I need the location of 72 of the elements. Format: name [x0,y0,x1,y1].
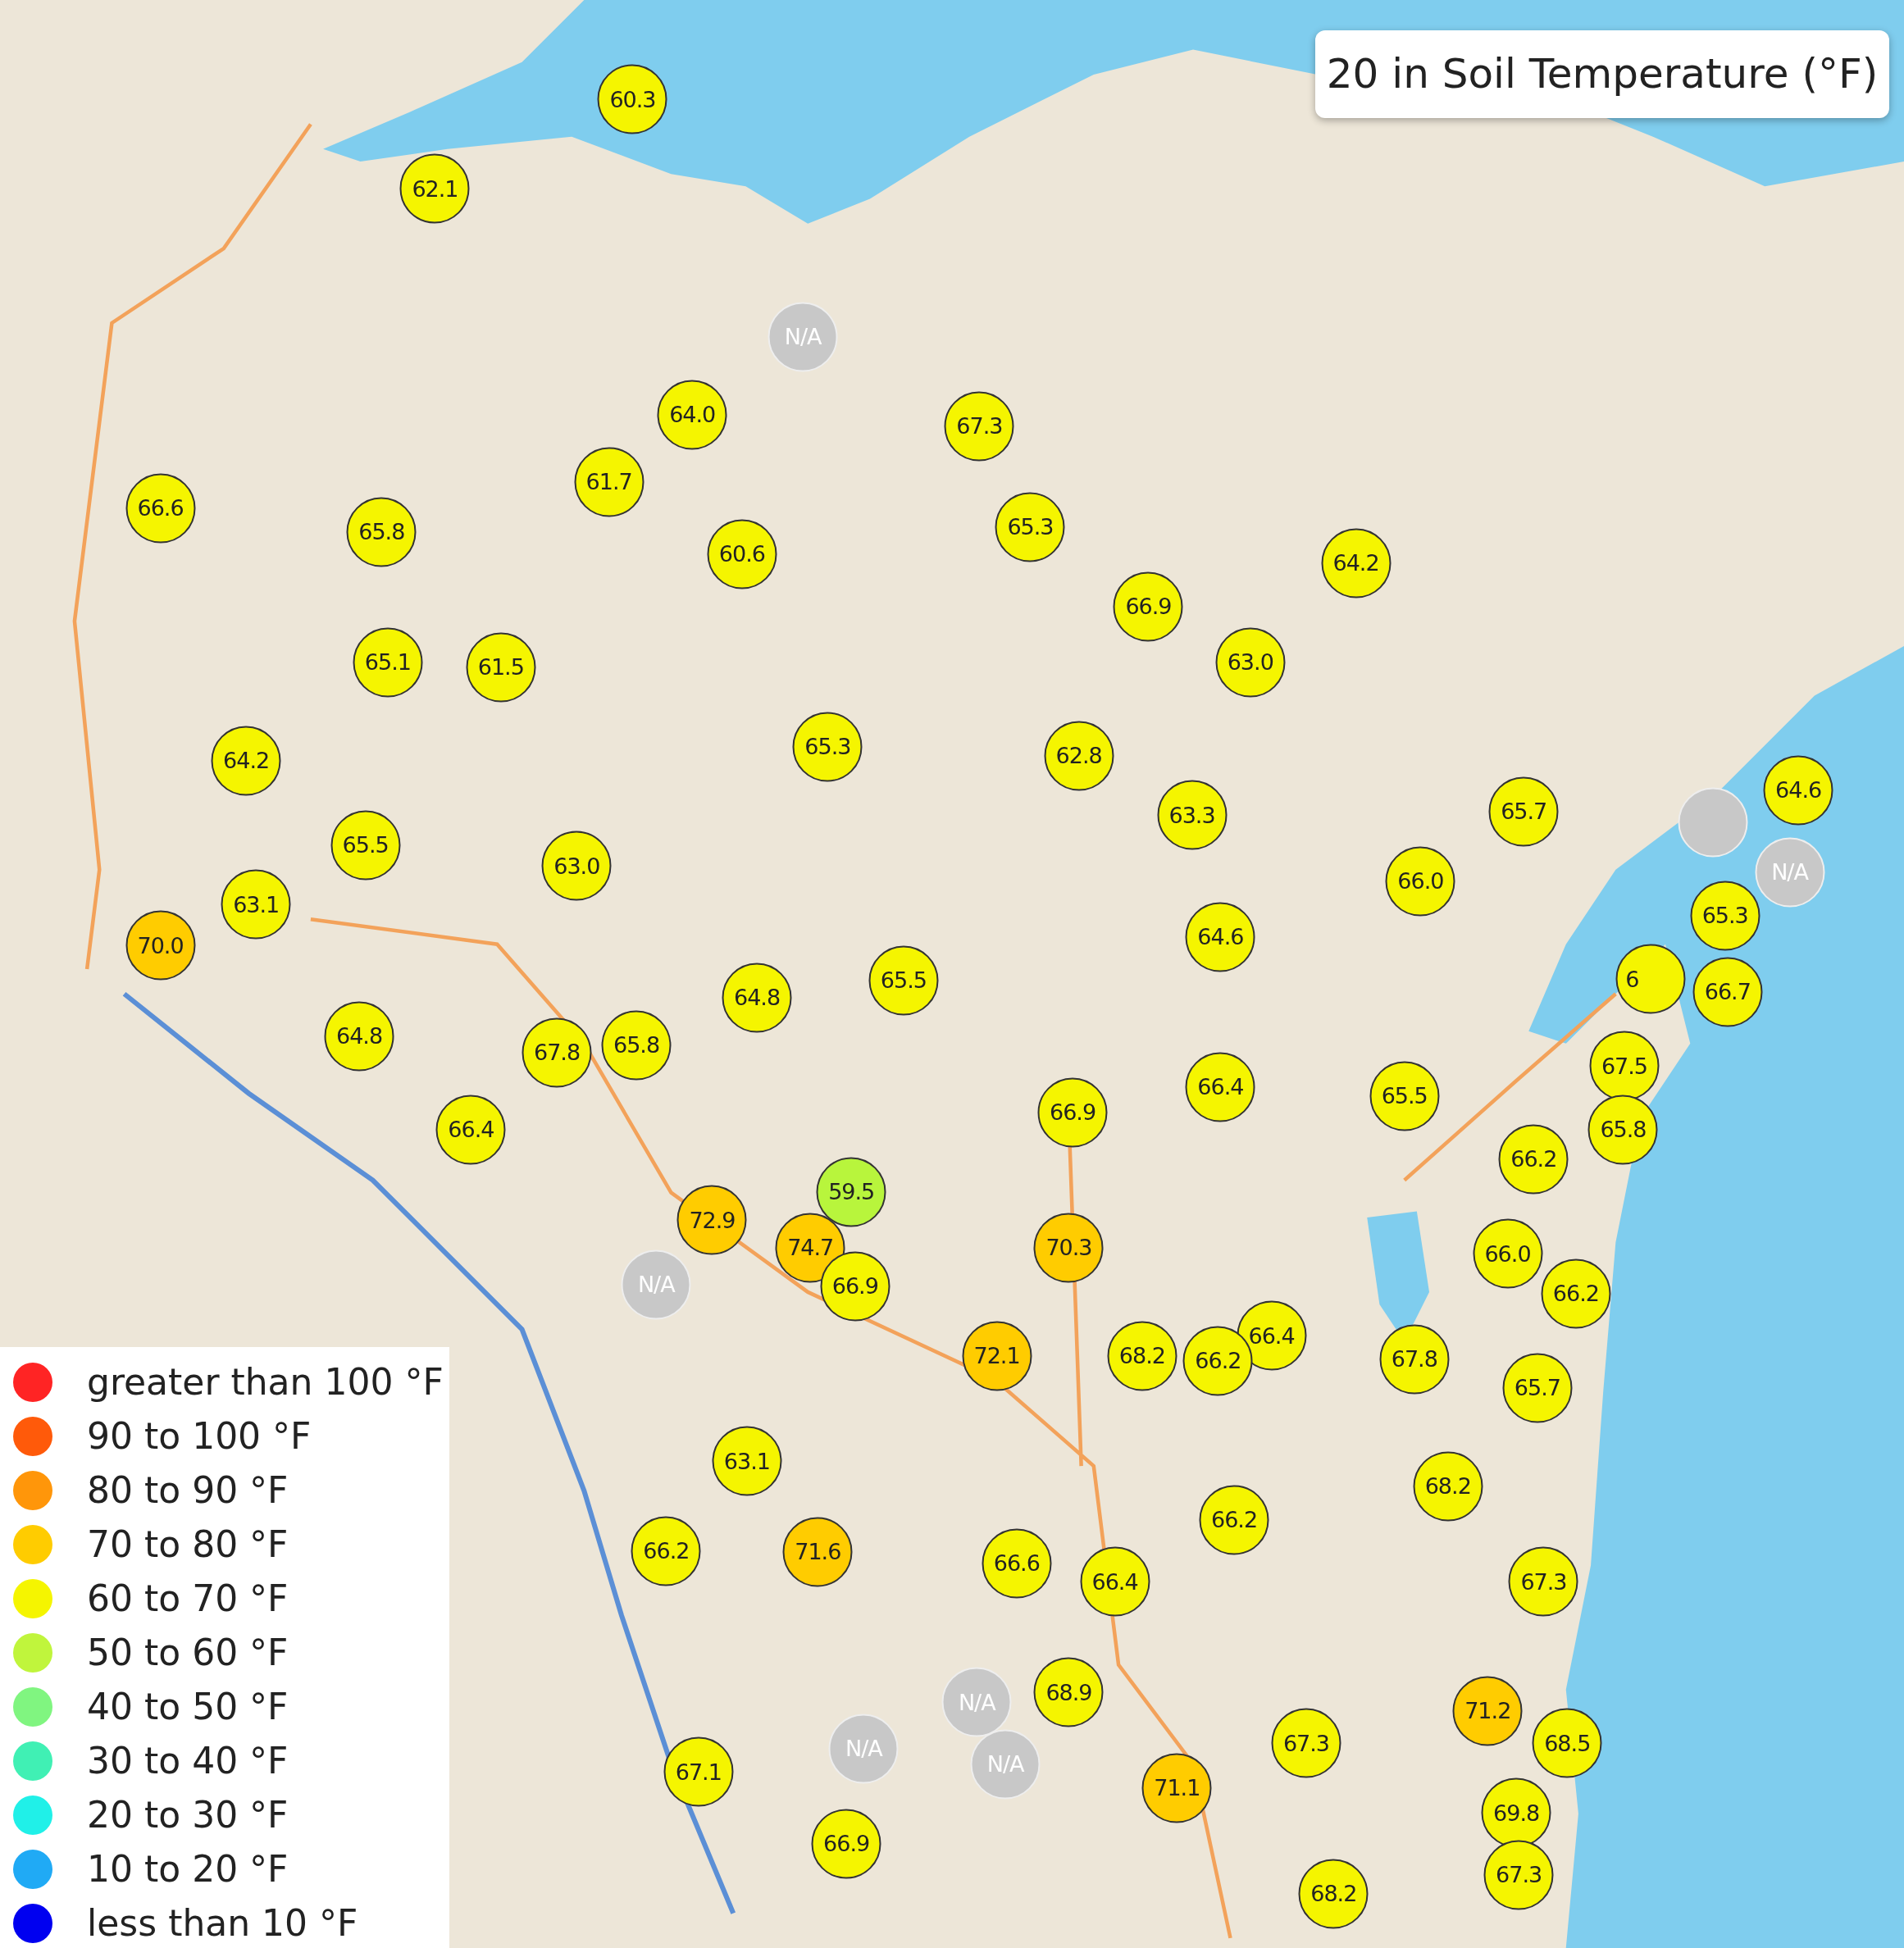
station-marker[interactable]: 63.1 [221,869,291,940]
station-marker[interactable]: 66.2 [631,1516,701,1586]
station-marker[interactable]: 66.4 [435,1095,506,1165]
station-marker[interactable]: 71.2 [1452,1676,1523,1746]
station-marker[interactable]: 65.5 [330,810,401,881]
station-marker[interactable]: 65.8 [1587,1095,1658,1165]
station-marker[interactable]: 67.3 [1271,1708,1341,1778]
station-marker[interactable]: 64.8 [324,1001,394,1072]
station-marker[interactable]: 70.0 [125,910,195,981]
station-marker[interactable]: 66.9 [1113,571,1183,642]
station-marker[interactable]: 64.2 [211,726,281,796]
station-marker[interactable]: 63.3 [1157,780,1227,850]
station-marker[interactable]: 67.3 [1483,1840,1554,1910]
station-marker[interactable]: 64.6 [1185,902,1255,972]
station-marker[interactable]: 72.9 [676,1185,747,1255]
station-marker[interactable]: 66.6 [125,473,195,544]
legend-label: less than 10 °F [87,1901,358,1946]
station-marker[interactable]: 67.3 [944,391,1014,462]
station-marker[interactable]: 65.5 [1369,1061,1440,1131]
station-marker[interactable]: 64.0 [657,380,727,450]
station-marker[interactable]: 62.8 [1044,721,1114,790]
legend-label: 30 to 40 °F [87,1739,289,1783]
station-marker[interactable]: 68.2 [1298,1859,1369,1929]
station-marker[interactable]: 66.0 [1473,1218,1542,1289]
map-title: 20 in Soil Temperature (°F) [1315,30,1889,118]
station-marker[interactable]: 66.0 [1385,846,1455,917]
station-marker[interactable]: 67.8 [1379,1324,1450,1395]
station-marker[interactable]: 65.3 [995,492,1065,562]
legend-label: 20 to 30 °F [87,1793,289,1837]
legend-label: 90 to 100 °F [87,1414,312,1459]
station-marker[interactable]: 70.3 [1033,1213,1104,1283]
station-marker[interactable]: 63.0 [1215,627,1286,698]
station-marker[interactable]: 72.1 [962,1321,1032,1391]
legend-label: greater than 100 °F [87,1360,444,1404]
station-marker[interactable]: 60.6 [707,519,777,589]
legend-label: 70 to 80 °F [87,1522,289,1567]
station-marker[interactable]: 66.4 [1080,1546,1150,1617]
legend-label: 40 to 50 °F [87,1685,289,1729]
station-marker[interactable]: 66.2 [1199,1485,1269,1555]
legend-label: 50 to 60 °F [87,1631,289,1675]
station-marker[interactable]: 66.2 [1498,1124,1569,1195]
station-marker[interactable]: 66.4 [1185,1052,1255,1122]
station-marker[interactable]: 59.5 [816,1157,886,1227]
station-marker[interactable]: 66.9 [811,1809,881,1879]
station-marker[interactable]: 67.1 [663,1736,734,1807]
station-marker[interactable]: 61.7 [574,447,645,517]
station-marker[interactable]: 66.2 [1541,1258,1611,1329]
station-marker[interactable]: 67.3 [1508,1546,1578,1617]
station-marker[interactable]: 67.8 [522,1017,592,1088]
legend-label: 10 to 20 °F [87,1847,289,1891]
station-marker[interactable]: 65.5 [868,945,939,1016]
station-marker[interactable]: 65.8 [346,497,417,567]
legend-label: 60 to 70 °F [87,1577,289,1621]
station-marker[interactable]: 71.6 [782,1517,853,1587]
station-marker[interactable]: 66.6 [982,1528,1052,1599]
station-marker[interactable]: 65.1 [353,627,423,698]
station-marker[interactable]: 64.2 [1321,528,1392,599]
station-marker[interactable]: 62.1 [399,153,470,224]
station-marker[interactable]: 61.5 [466,632,536,703]
station-marker[interactable]: 63.1 [712,1426,782,1496]
station-marker[interactable]: 65.3 [792,712,863,782]
station-marker[interactable]: 68.2 [1413,1451,1483,1522]
station-marker[interactable]: 66.9 [1037,1077,1108,1147]
station-marker[interactable]: 68.9 [1033,1657,1104,1727]
legend-label: 80 to 90 °F [87,1468,289,1513]
station-marker[interactable]: 65.7 [1488,776,1559,847]
station-marker[interactable]: 68.2 [1107,1321,1177,1391]
station-marker[interactable]: 65.7 [1502,1353,1573,1423]
station-marker[interactable]: 64.8 [722,963,792,1033]
station-marker[interactable]: 65.8 [601,1010,672,1081]
station-marker[interactable]: 63.0 [541,831,612,901]
station-marker[interactable]: 71.1 [1141,1753,1212,1823]
